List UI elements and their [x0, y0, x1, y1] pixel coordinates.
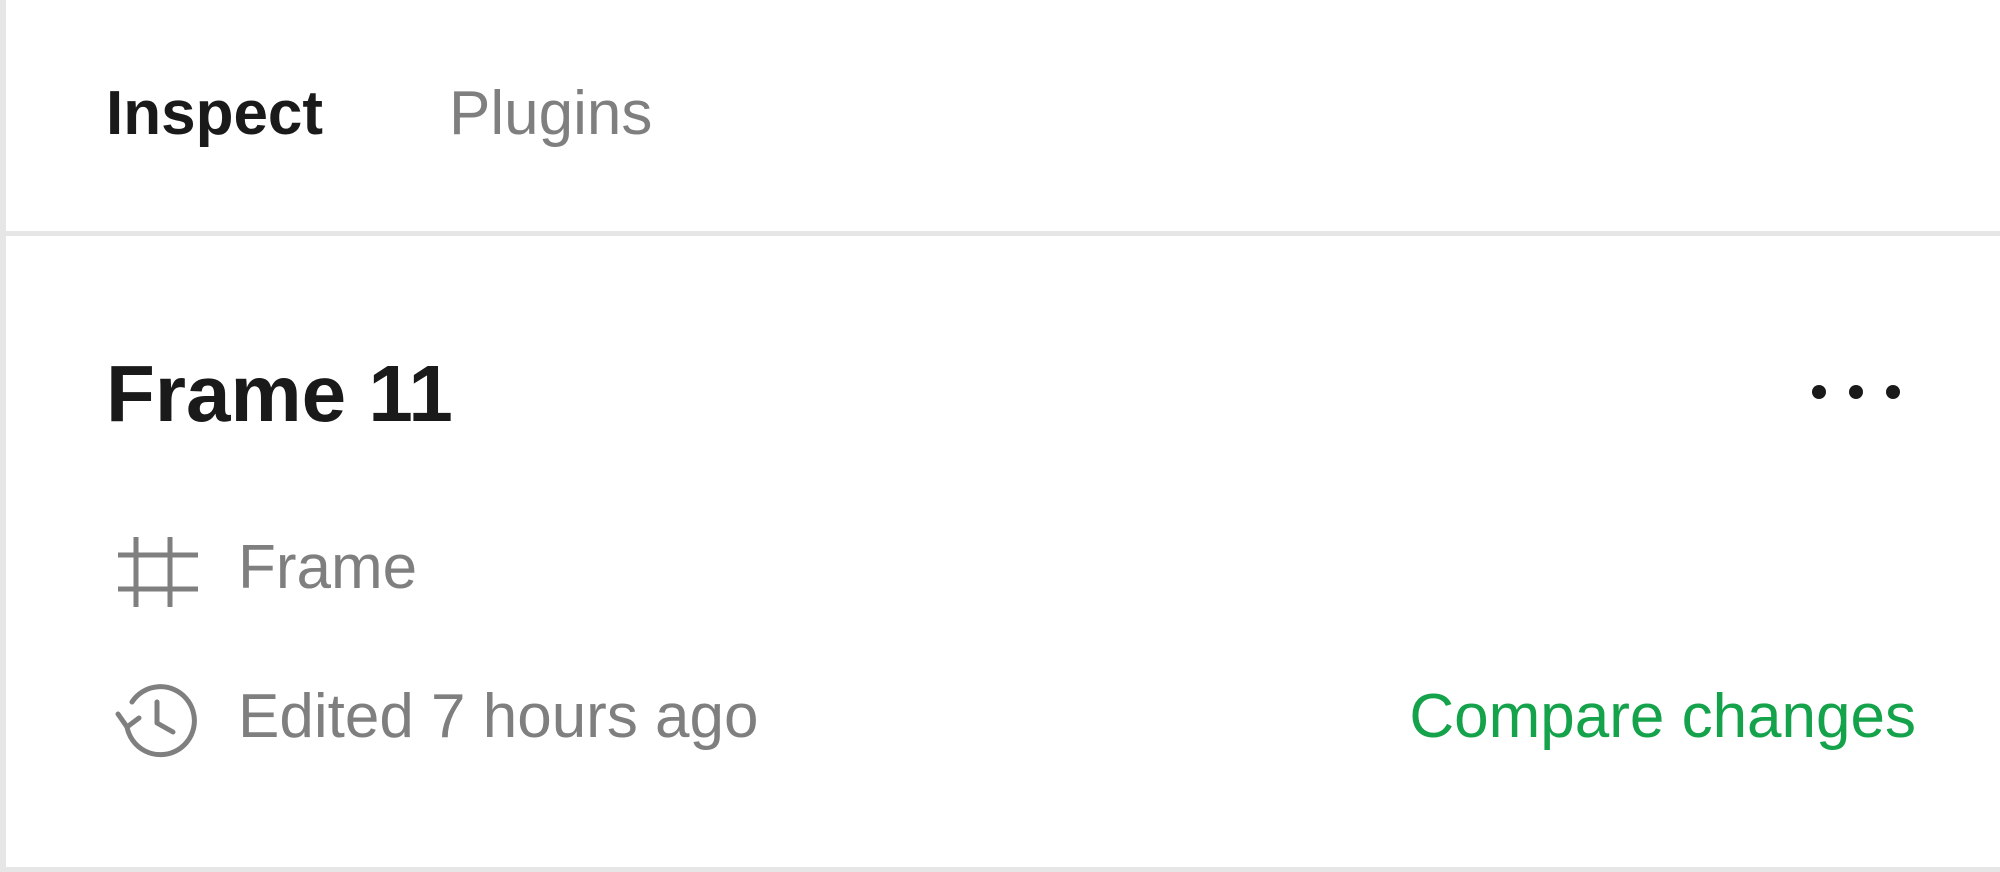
tab-plugins[interactable]: Plugins [449, 76, 652, 152]
tab-inspect[interactable]: Inspect [106, 76, 323, 152]
frame-hash-icon [118, 537, 198, 607]
history-icon [115, 684, 197, 758]
inspect-panel: Inspect Plugins Frame 11 Frame Edited 7 … [0, 0, 2000, 872]
compare-changes-link[interactable]: Compare changes [1409, 672, 1916, 762]
panel-tabs: Inspect Plugins [6, 0, 2000, 236]
more-horizontal-icon[interactable] [1796, 364, 1916, 420]
selection-title: Frame 11 [106, 349, 453, 438]
edit-history-row: Edited 7 hours ago Compare changes [106, 672, 1916, 762]
edited-time-label: Edited 7 hours ago [238, 682, 759, 751]
layer-type-label: Frame [238, 533, 418, 602]
